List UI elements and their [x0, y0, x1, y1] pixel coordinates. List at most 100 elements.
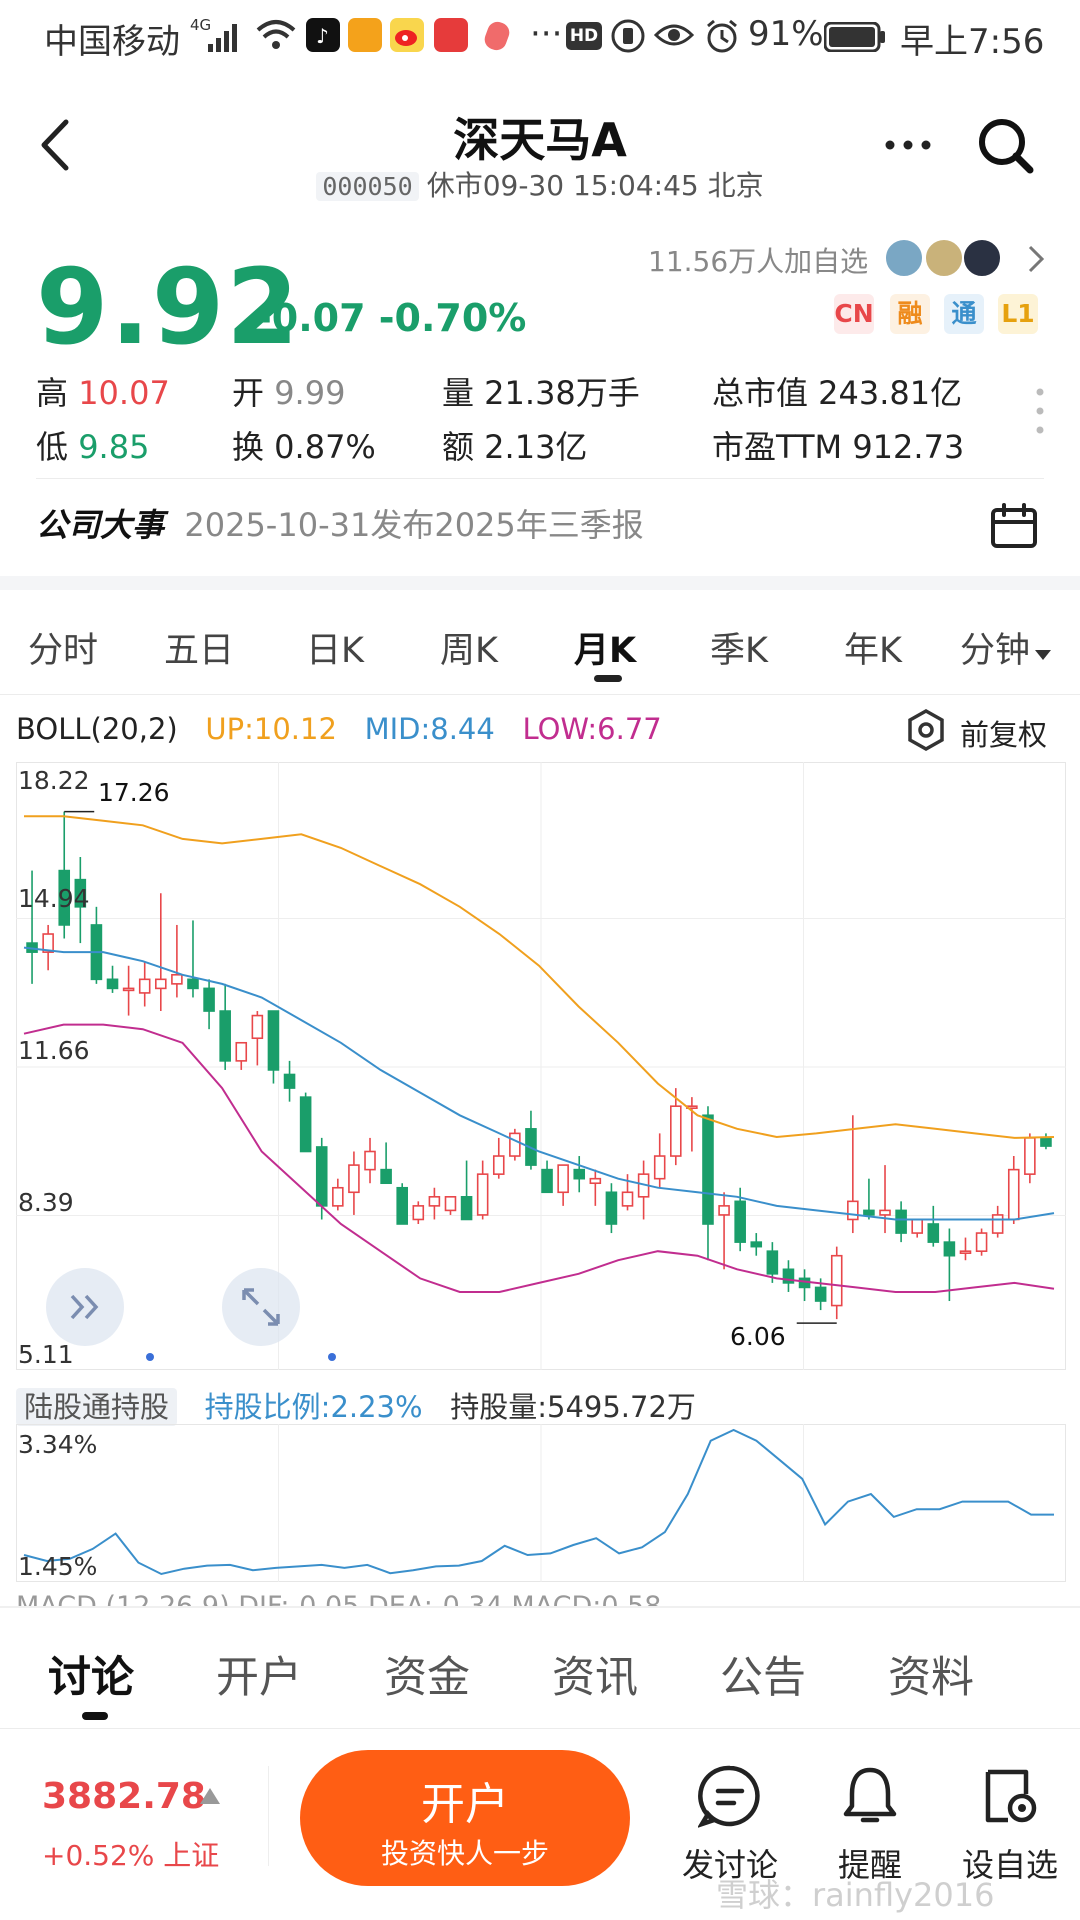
y-tick: 1.45% [18, 1552, 98, 1581]
candle-body [444, 1196, 457, 1212]
candle [476, 1160, 489, 1220]
candle-body [267, 1010, 280, 1071]
candle-body [605, 1191, 618, 1225]
stat-volume: 量 21.38万手 [442, 374, 640, 412]
candle-body [251, 1014, 264, 1040]
app-icon [481, 19, 513, 53]
calendar-icon[interactable] [990, 502, 1038, 550]
bell-icon[interactable] [838, 1764, 902, 1828]
kline-chart[interactable] [16, 762, 1066, 1370]
holdings-ratio: 持股比例:2.23% [204, 1390, 423, 1424]
candle-body [396, 1186, 408, 1225]
triangle-up-icon [200, 1788, 220, 1804]
candle [332, 1178, 344, 1211]
candle [782, 1260, 795, 1292]
candle-body [766, 1250, 779, 1275]
divider [0, 1728, 1080, 1729]
battery-percent: 91% [748, 14, 824, 54]
more-icon: ··· [530, 14, 563, 54]
candle-body [718, 1205, 730, 1216]
boll-up-value: UP:10.12 [205, 712, 337, 746]
boll-mid-value: MID:8.44 [364, 712, 495, 746]
tab-open-account[interactable]: 开户 [216, 1643, 302, 1705]
candle-body [927, 1223, 940, 1243]
candle [798, 1269, 811, 1302]
app-icon [348, 18, 382, 52]
more-menu-icon[interactable] [884, 138, 932, 152]
tab-yearly-k[interactable]: 年K [844, 622, 902, 673]
y-tick: 8.39 [18, 1188, 74, 1217]
settings-icon[interactable] [904, 708, 948, 752]
candle [557, 1164, 569, 1206]
candle-body [814, 1286, 827, 1302]
fullscreen-button[interactable] [222, 1268, 300, 1346]
index-value[interactable]: 3882.78 [42, 1776, 206, 1817]
watchers-count[interactable]: 11.56万人加自选 [648, 240, 868, 280]
add-watchlist-icon[interactable] [978, 1764, 1042, 1828]
adjust-mode[interactable]: 前复权 [960, 712, 1047, 754]
search-icon[interactable] [976, 116, 1036, 176]
tab-intraday[interactable]: 分时 [28, 622, 98, 673]
avatar [962, 238, 1002, 278]
hd-icon: HD [566, 22, 602, 50]
divider [0, 1606, 1080, 1608]
candle [492, 1137, 505, 1179]
holdings-title[interactable]: 陆股通持股 [16, 1388, 178, 1426]
tab-announcements[interactable]: 公告 [720, 1643, 806, 1705]
candle-body [315, 1146, 328, 1207]
expand-panel-button[interactable] [46, 1268, 124, 1346]
page-dot [328, 1353, 336, 1361]
candle [58, 811, 71, 939]
candle-body [299, 1096, 312, 1153]
expand-dots-icon[interactable] [1034, 386, 1046, 436]
candle-body [589, 1177, 602, 1185]
tab-monthly-k[interactable]: 月K [574, 622, 636, 673]
holdings-chart[interactable] [16, 1424, 1066, 1582]
candle-body [653, 1155, 666, 1180]
candle [879, 1165, 891, 1234]
candle-body [895, 1209, 907, 1234]
candle [895, 1201, 907, 1243]
badge-cn: CN [834, 294, 874, 334]
tab-discussion[interactable]: 讨论 [48, 1643, 134, 1705]
candle [428, 1187, 441, 1220]
alarm-icon [707, 19, 737, 53]
open-account-button[interactable]: 开户 投资快人一步 [300, 1750, 630, 1886]
stat-value: 9.99 [274, 374, 346, 412]
y-tick: 18.22 [18, 766, 90, 795]
index-change[interactable]: +0.52% 上证 [42, 1834, 219, 1874]
candle [589, 1169, 602, 1206]
market-status: 休市09-30 15:04:45 北京 [426, 169, 764, 202]
tab-minute[interactable]: 分钟 [960, 622, 1052, 673]
tab-quarterly-k[interactable]: 季K [710, 622, 768, 673]
tab-news[interactable]: 资讯 [552, 1643, 638, 1705]
candle [187, 920, 199, 998]
candle-body [991, 1214, 1004, 1234]
price-change: -0.07 -0.70% [256, 296, 526, 340]
candle-body [171, 973, 183, 985]
candle-body [122, 987, 135, 992]
candle [927, 1205, 940, 1247]
candle [1024, 1133, 1036, 1184]
fullscreen-icon [242, 1288, 280, 1326]
tab-funds[interactable]: 资金 [384, 1643, 470, 1705]
discuss-icon[interactable] [698, 1764, 762, 1828]
y-tick: 14.94 [18, 884, 90, 913]
candle [380, 1142, 392, 1185]
candle [412, 1201, 425, 1224]
holdings-line [23, 1428, 1054, 1576]
tab-daily-k[interactable]: 日K [306, 622, 364, 673]
candle-body [476, 1173, 489, 1216]
chevron-right-icon[interactable] [1026, 244, 1046, 274]
candle-body [348, 1164, 360, 1194]
candle [155, 893, 167, 1012]
tab-five-day[interactable]: 五日 [164, 622, 234, 673]
company-events[interactable]: 公司大事 2025-10-31发布2025年三季报 [36, 500, 644, 546]
tab-profile[interactable]: 资料 [888, 1643, 974, 1705]
macd-legend: MACD (12,26,9) DIF:-0.05 DEA:-0.34 MACD:… [16, 1592, 661, 1606]
candle-body [830, 1254, 843, 1307]
active-tab-indicator [82, 1712, 108, 1720]
candle [509, 1128, 521, 1161]
tab-weekly-k[interactable]: 周K [440, 622, 498, 673]
candle [991, 1205, 1004, 1238]
